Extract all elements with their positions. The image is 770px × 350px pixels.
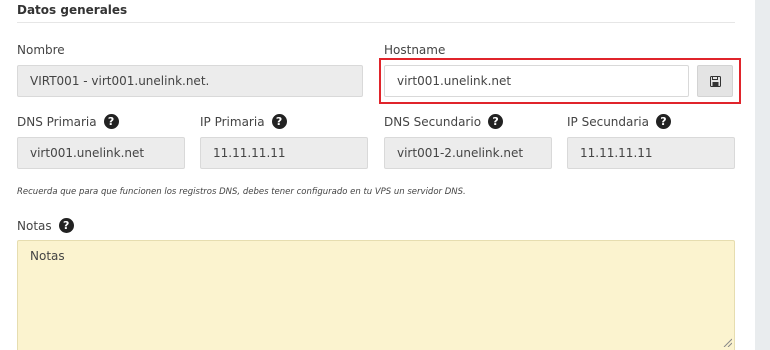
dns-primaria-label-text: DNS Primaria	[17, 114, 97, 129]
ip-primaria-field[interactable]: 11.11.11.11	[200, 137, 368, 169]
hostname-value: virt001.unelink.net	[397, 74, 512, 88]
nombre-value: VIRT001 - virt001.unelink.net.	[30, 74, 210, 88]
dns-secundario-value: virt001-2.unelink.net	[397, 146, 524, 160]
right-scroll-rail	[755, 0, 770, 350]
general-data-panel: Datos generales Nombre VIRT001 - virt001…	[0, 0, 755, 350]
notas-label-text: Notas	[17, 218, 52, 233]
hostname-label: Hostname	[384, 43, 445, 57]
ip-secundaria-label: IP Secundaria ?	[567, 114, 671, 129]
question-circle-icon[interactable]: ?	[103, 114, 119, 129]
hostname-input[interactable]: virt001.unelink.net	[384, 65, 689, 97]
ip-secundaria-value: 11.11.11.11	[580, 146, 653, 160]
nombre-label: Nombre	[17, 43, 65, 57]
dns-primaria-value: virt001.unelink.net	[30, 146, 145, 160]
ip-secundaria-label-text: IP Secundaria	[567, 114, 649, 129]
notas-label: Notas ?	[17, 218, 74, 233]
question-circle-icon[interactable]: ?	[271, 114, 287, 129]
ip-secundaria-field[interactable]: 11.11.11.11	[567, 137, 735, 169]
question-circle-icon[interactable]: ?	[58, 218, 74, 233]
question-circle-icon[interactable]: ?	[656, 114, 671, 129]
dns-primaria-field[interactable]: virt001.unelink.net	[17, 137, 185, 169]
notas-placeholder: Notas	[30, 249, 65, 263]
dns-secundario-label: DNS Secundario ?	[384, 114, 504, 129]
dns-hint-text: Recuerda que para que funcionen los regi…	[17, 187, 466, 197]
nombre-field[interactable]: VIRT001 - virt001.unelink.net.	[17, 65, 363, 97]
notas-textarea[interactable]: Notas	[17, 240, 735, 350]
ip-primaria-label-text: IP Primaria	[200, 114, 265, 129]
nombre-label-text: Nombre	[17, 43, 65, 57]
dns-secundario-label-text: DNS Secundario	[384, 114, 482, 129]
dns-secundario-field[interactable]: virt001-2.unelink.net	[384, 137, 552, 169]
dns-primaria-label: DNS Primaria ?	[17, 114, 119, 129]
resize-grip-icon[interactable]	[722, 337, 732, 347]
ip-primaria-label: IP Primaria ?	[200, 114, 287, 129]
ip-primaria-value: 11.11.11.11	[213, 146, 286, 160]
save-icon	[709, 75, 721, 87]
section-title: Datos generales	[17, 3, 128, 17]
question-circle-icon[interactable]: ?	[488, 114, 504, 129]
hostname-label-text: Hostname	[384, 43, 446, 57]
save-hostname-button[interactable]	[697, 65, 733, 97]
section-divider	[17, 22, 735, 23]
